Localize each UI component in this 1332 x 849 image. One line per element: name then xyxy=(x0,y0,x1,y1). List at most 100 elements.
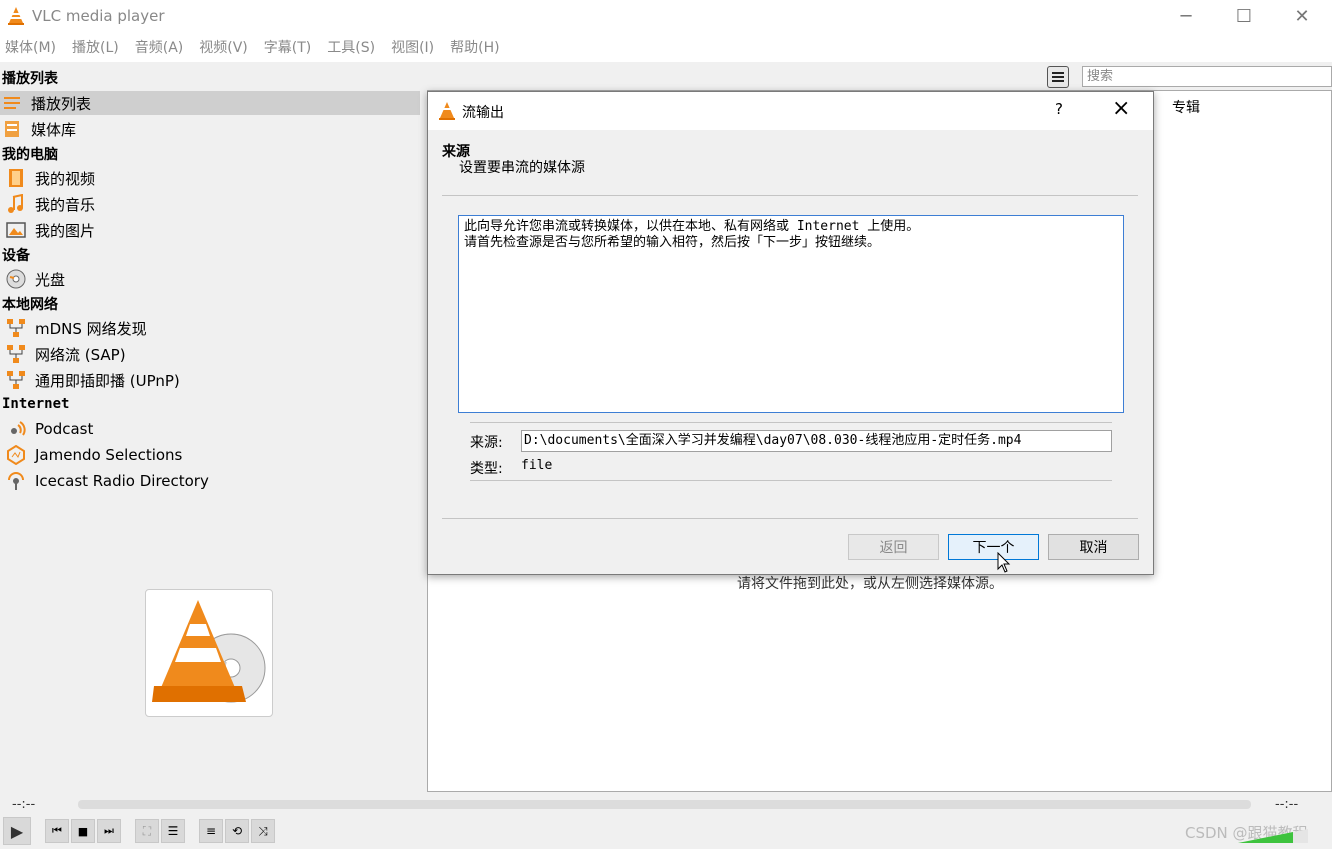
close-button[interactable]: ✕ xyxy=(1273,0,1331,33)
sidebar-item-label: 网络流 (SAP) xyxy=(35,345,126,364)
sidebar-item-label: 通用即插即播 (UPnP) xyxy=(35,371,180,390)
podcast-icon xyxy=(11,421,26,436)
playlist-toggle-button[interactable]: ≡ xyxy=(199,819,223,843)
shuffle-icon: ⤨ xyxy=(258,823,268,838)
sidebar-item-my-videos[interactable]: 我的视频 xyxy=(0,166,420,190)
sidebar-item-podcast[interactable]: Podcast xyxy=(0,417,420,441)
album-art xyxy=(145,589,273,717)
library-icon xyxy=(5,121,19,137)
fullscreen-icon: ⛶ xyxy=(142,823,152,838)
sidebar-item-icecast[interactable]: Icecast Radio Directory xyxy=(0,469,420,493)
extended-settings-button[interactable]: ☰ xyxy=(161,819,185,843)
dialog-title-bar: 流输出 ? × xyxy=(428,92,1153,130)
dialog-close-button[interactable]: × xyxy=(1112,96,1130,121)
title-bar: VLC media player ─ ☐ ✕ xyxy=(0,0,1332,33)
sidebar-item-label: 光盘 xyxy=(35,270,66,289)
source-section-subtitle: 设置要串流的媒体源 xyxy=(459,160,585,176)
sidebar-item-sap[interactable]: 网络流 (SAP) xyxy=(0,342,420,366)
mouse-cursor-icon xyxy=(997,552,1011,573)
sidebar-item-disc[interactable]: 光盘 xyxy=(0,267,420,291)
previous-button[interactable]: ⏮ xyxy=(45,819,69,843)
menu-bar: 媒体(M) 播放(L) 音频(A) 视频(V) 字幕(T) 工具(S) 视图(I… xyxy=(0,36,1332,60)
next-icon: ⏭ xyxy=(104,824,114,837)
sidebar-item-label: Jamendo Selections xyxy=(35,446,183,464)
sidebar-item-label: 播放列表 xyxy=(31,94,92,113)
sidebar-item-label: Podcast xyxy=(35,420,94,438)
source-path-field[interactable]: D:\documents\全面深入学习并发编程\day07\08.030-线程池… xyxy=(521,430,1112,452)
dialog-title: 流输出 xyxy=(462,105,504,121)
menu-audio[interactable]: 音频(A) xyxy=(130,36,189,60)
maximize-icon: ☐ xyxy=(1235,6,1253,27)
menu-help[interactable]: 帮助(H) xyxy=(445,36,504,60)
shuffle-button[interactable]: ⤨ xyxy=(251,819,275,843)
menu-playback[interactable]: 播放(L) xyxy=(67,36,124,60)
column-header-album[interactable]: 专辑 xyxy=(1172,97,1200,117)
network-icon xyxy=(7,345,25,363)
description-line: 此向导允许您串流或转换媒体，以供在本地、私有网络或 Internet 上使用。 xyxy=(464,219,920,234)
section-devices: 设备 xyxy=(2,248,30,264)
sidebar-item-my-music[interactable]: 我的音乐 xyxy=(0,192,420,216)
close-icon: × xyxy=(1112,96,1131,121)
loop-icon: ⟲ xyxy=(231,824,243,838)
picture-icon xyxy=(6,222,26,238)
network-icon xyxy=(7,371,25,389)
sidebar-item-playlist[interactable]: 播放列表 xyxy=(0,91,420,115)
disc-icon xyxy=(6,269,26,289)
play-button[interactable]: ▶ xyxy=(3,817,31,845)
cancel-button[interactable]: 取消 xyxy=(1048,534,1139,560)
vlc-cone-icon xyxy=(439,102,455,120)
minimize-icon: ─ xyxy=(1180,6,1192,27)
menu-view[interactable]: 视图(I) xyxy=(386,36,439,60)
menu-subtitle[interactable]: 字幕(T) xyxy=(259,36,316,60)
vlc-cone-icon xyxy=(8,7,24,25)
film-icon xyxy=(9,169,23,187)
time-elapsed: --:-- xyxy=(12,797,36,812)
description-line: 请首先检查源是否与您所希望的输入相符，然后按「下一步」按钮继续。 xyxy=(464,235,881,250)
sidebar-item-my-pictures[interactable]: 我的图片 xyxy=(0,218,420,242)
wizard-description: 此向导允许您串流或转换媒体，以供在本地、私有网络或 Internet 上使用。 … xyxy=(458,215,1124,413)
loop-button[interactable]: ⟲ xyxy=(225,819,249,843)
sidebar-item-jamendo[interactable]: Jamendo Selections xyxy=(0,443,420,467)
next-button[interactable]: ⏭ xyxy=(97,819,121,843)
section-local-network: 本地网络 xyxy=(2,297,58,313)
play-icon: ▶ xyxy=(10,821,24,841)
playlist-icon: ≡ xyxy=(205,824,217,838)
sidebar-item-label: 我的图片 xyxy=(35,221,96,240)
stop-icon: ■ xyxy=(77,824,89,838)
next-button[interactable]: 下一个 xyxy=(948,534,1039,560)
icecast-icon xyxy=(8,472,24,490)
stop-button[interactable]: ■ xyxy=(71,819,95,843)
volume-slider[interactable] xyxy=(1238,829,1308,843)
close-icon: ✕ xyxy=(1294,6,1310,27)
menu-media[interactable]: 媒体(M) xyxy=(0,36,61,60)
sidebar-item-library[interactable]: 媒体库 xyxy=(0,117,420,141)
maximize-button[interactable]: ☐ xyxy=(1215,0,1273,33)
view-toggle-button[interactable] xyxy=(1047,66,1069,88)
stream-output-dialog: 流输出 ? × 来源 设置要串流的媒体源 此向导允许您串流或转换媒体，以供在本地… xyxy=(427,91,1154,575)
seek-slider[interactable] xyxy=(78,800,1251,809)
menu-tools[interactable]: 工具(S) xyxy=(322,36,380,60)
help-button[interactable]: ? xyxy=(1055,100,1063,118)
source-label: 来源: xyxy=(470,435,503,451)
type-label: 类型: xyxy=(470,461,503,477)
menu-video[interactable]: 视频(V) xyxy=(194,36,253,60)
back-button[interactable]: 返回 xyxy=(848,534,939,560)
fullscreen-button[interactable]: ⛶ xyxy=(135,819,159,843)
sidebar-item-label: 媒体库 xyxy=(31,120,77,139)
jamendo-icon xyxy=(7,445,25,465)
window-title: VLC media player xyxy=(32,7,165,25)
divider xyxy=(442,195,1138,196)
sidebar-item-label: 我的音乐 xyxy=(35,195,96,214)
network-icon xyxy=(7,319,25,337)
sidebar-header: 播放列表 xyxy=(2,71,58,87)
playlist-search-input[interactable]: 搜索 xyxy=(1082,66,1332,87)
section-my-computer: 我的电脑 xyxy=(2,147,58,163)
playlist-icon xyxy=(4,97,20,109)
divider xyxy=(470,422,1112,423)
minimize-button[interactable]: ─ xyxy=(1157,0,1215,33)
sidebar-item-upnp[interactable]: 通用即插即播 (UPnP) xyxy=(0,368,420,392)
sidebar-item-mdns[interactable]: mDNS 网络发现 xyxy=(0,316,420,340)
list-view-icon xyxy=(1052,72,1064,82)
sidebar-item-label: mDNS 网络发现 xyxy=(35,319,147,338)
divider xyxy=(442,518,1138,519)
